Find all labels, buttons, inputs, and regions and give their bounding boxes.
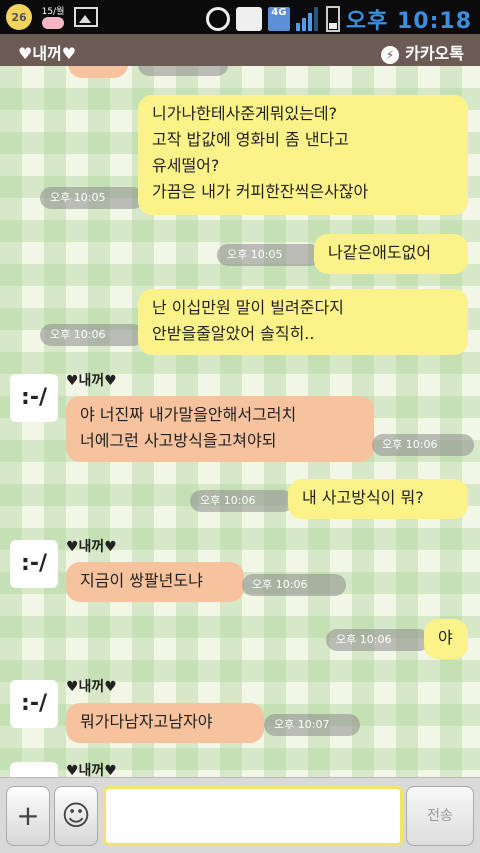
plus-button[interactable]: + [6, 786, 50, 846]
partial-timestamp [138, 66, 228, 76]
message-timestamp: 오후 10:05 [217, 244, 321, 266]
brand-label: 카카오톡 [405, 44, 464, 63]
sender-name: ♥내꺼♥ [66, 679, 117, 695]
my-message-bubble[interactable]: 난 이십만원 말이 빌려준다지 안받을줄알았어 솔직히.. [138, 289, 468, 355]
pig-icon [42, 17, 64, 29]
message-timestamp: 오후 10:05 [40, 187, 144, 209]
message-input[interactable] [103, 786, 403, 846]
emoticon-button[interactable]: ☺ [54, 786, 98, 846]
send-button[interactable]: 전송 [406, 786, 474, 846]
notification-badge-icon: 26 [6, 4, 32, 30]
message-timestamp: 오후 10:06 [40, 324, 144, 346]
input-bar: + ☺ 전송 [0, 777, 480, 853]
chat-title[interactable]: ♥내꺼♥ [18, 40, 76, 64]
friend-avatar[interactable]: :-/ [10, 680, 58, 728]
friend-avatar[interactable] [10, 762, 58, 777]
friend-avatar[interactable]: :-/ [10, 540, 58, 588]
status-bar: 26 15/월 4G 오후 10:18 [0, 0, 480, 34]
alarm-icon [205, 7, 230, 31]
image-notification-icon [74, 7, 98, 27]
message-timestamp: 오후 10:06 [242, 574, 346, 596]
friend-avatar[interactable]: :-/ [10, 374, 58, 422]
sender-name: ♥내꺼♥ [66, 539, 117, 555]
kakaotalk-brand: ⚡ 카카오톡 [381, 40, 464, 64]
friend-message-bubble[interactable]: 지금이 쌍팔년도냐 [66, 562, 244, 602]
message-timestamp: 오후 10:06 [372, 434, 474, 456]
sender-name: ♥내꺼♥ [66, 763, 117, 777]
battery-icon [325, 6, 340, 32]
my-message-bubble[interactable]: 니가나한테사준게뭐있는데? 고작 밥값에 영화비 좀 낸다고 유세떨어? 가끔은… [138, 95, 468, 215]
signal-icon [295, 7, 320, 31]
network-4g-icon: 4G [267, 7, 290, 31]
message-timestamp: 오후 10:07 [264, 714, 360, 736]
kakaotalk-logo-icon: ⚡ [381, 45, 400, 64]
my-message-bubble[interactable]: 내 사고방식이 뭐? [288, 479, 468, 519]
calendar-notification-icon: 15/월 [38, 4, 68, 30]
sender-name: ♥내꺼♥ [66, 373, 117, 389]
partial-bubble [68, 66, 128, 78]
message-timestamp: 오후 10:06 [190, 490, 294, 512]
my-message-bubble[interactable]: 야 [424, 619, 468, 659]
chat-header: ♥내꺼♥ ⚡ 카카오톡 [0, 34, 480, 66]
status-time: 오후 10:18 [345, 9, 472, 34]
chat-area[interactable]: 오후 10:05 니가나한테사준게뭐있는데? 고작 밥값에 영화비 좀 낸다고 … [0, 66, 480, 777]
friend-message-bubble[interactable]: 뭐가다남자고남자야 [66, 703, 264, 743]
app-notification-icon [235, 7, 262, 31]
friend-message-bubble[interactable]: 야 너진짜 내가말을안해서그러치 너에그런 사고방식을고쳐야되 [66, 396, 374, 462]
calendar-notification-label: 15/월 [41, 7, 65, 17]
message-timestamp: 오후 10:06 [326, 629, 430, 651]
my-message-bubble[interactable]: 나같은애도없어 [314, 234, 468, 274]
